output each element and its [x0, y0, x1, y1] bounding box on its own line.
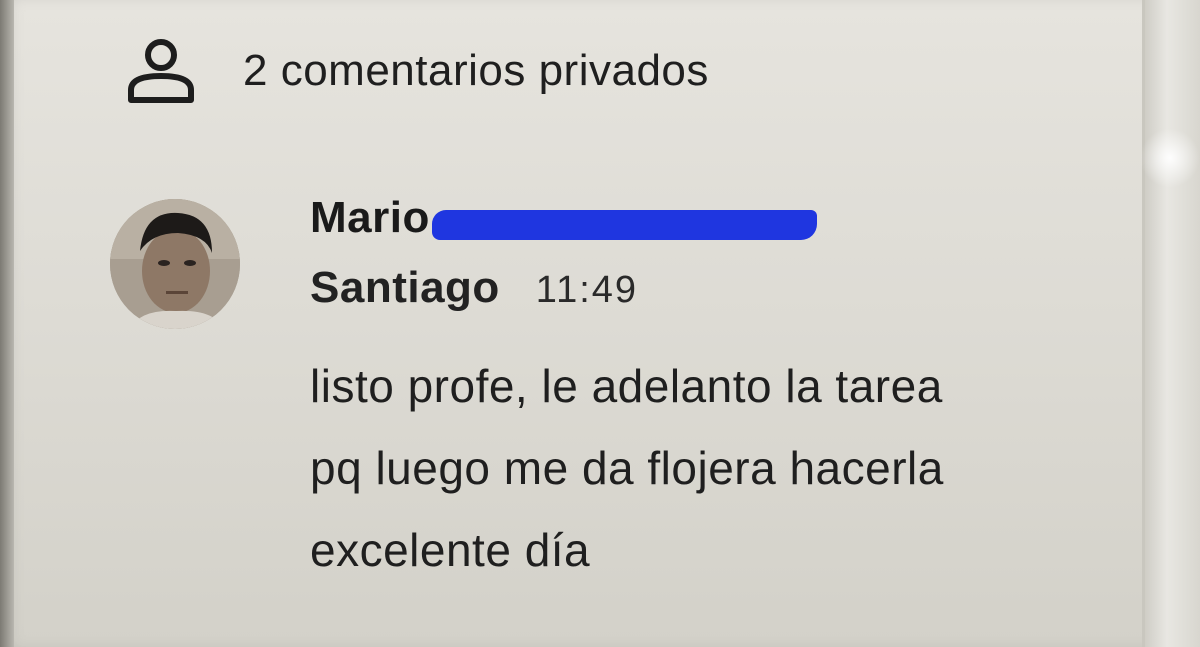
screen-left-edge	[0, 0, 14, 647]
private-comments-header[interactable]: 2 comentarios privados	[125, 36, 709, 106]
comment-line: listo profe, le adelanto la tarea	[310, 360, 943, 412]
light-glare	[1140, 128, 1200, 188]
author-first-name: Mario	[310, 193, 430, 242]
comment-line: pq luego me da flojera hacerla	[310, 442, 944, 494]
comment-author-line: Mario	[310, 193, 817, 243]
author-last-name: Santiago	[310, 263, 500, 312]
comment-line: excelente día	[310, 524, 591, 576]
name-redaction-mark	[431, 209, 817, 240]
private-comments-count: 2 comentarios privados	[243, 46, 709, 95]
comment-body: listo profe, le adelanto la tarea pq lue…	[310, 345, 1130, 591]
avatar	[110, 199, 240, 329]
comment-timestamp: 11:49	[535, 269, 639, 311]
comment-author-line-2: Santiago 11:49	[310, 263, 638, 313]
person-outline-icon	[128, 39, 194, 103]
monitor-bezel	[1145, 0, 1200, 647]
